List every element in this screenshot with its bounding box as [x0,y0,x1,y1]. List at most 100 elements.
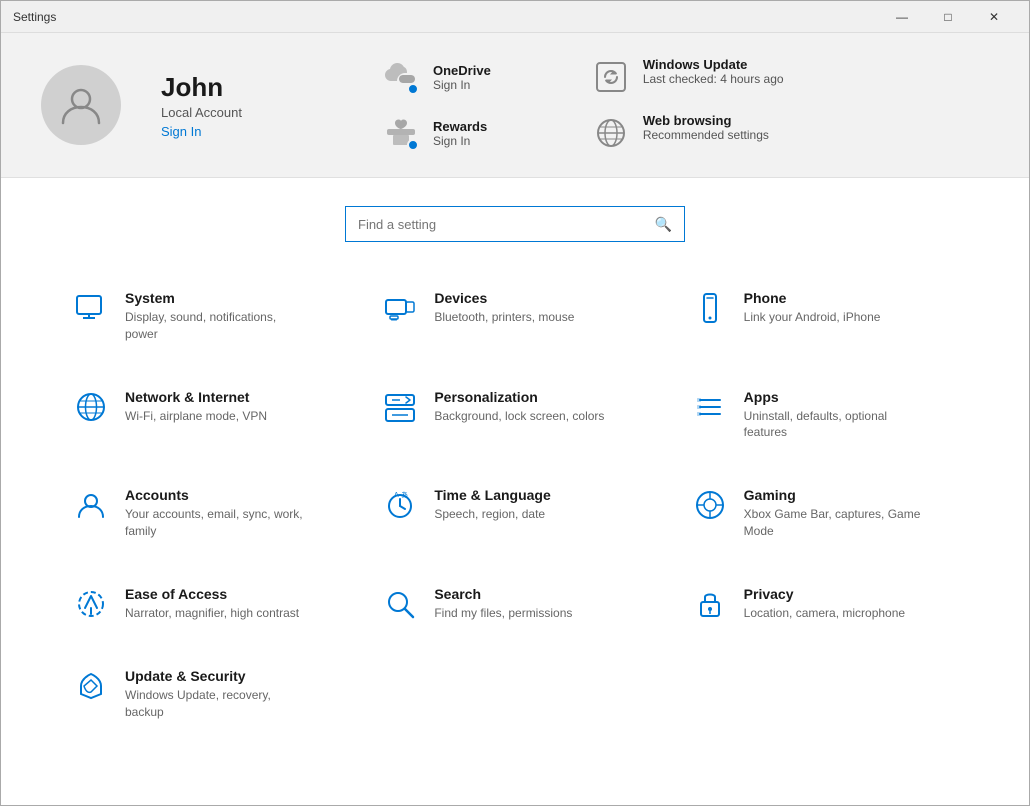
apps-icon [692,389,728,425]
header-services: OneDrive Sign In Rewards Sign In [381,57,491,153]
search-icon: 🔍 [655,216,672,233]
rewards-label: Rewards [433,119,487,134]
windows-update-text: Windows Update Last checked: 4 hours ago [643,57,784,86]
windows-update-label: Windows Update [643,57,784,72]
search-settings-text: Search Find my files, permissions [434,586,572,622]
onedrive-icon-wrap [381,57,421,97]
settings-item-personalization[interactable]: Personalization Background, lock screen,… [370,371,659,460]
windows-update-item[interactable]: Windows Update Last checked: 4 hours ago [591,57,784,97]
search-wrap: 🔍 [1,178,1029,262]
onedrive-dot [407,83,419,95]
settings-grid: System Display, sound, notifications, po… [1,262,1029,758]
apps-title: Apps [744,389,924,405]
personalization-title: Personalization [434,389,604,405]
devices-icon [382,290,418,326]
settings-item-gaming[interactable]: Gaming Xbox Game Bar, captures, Game Mod… [680,469,969,558]
devices-desc: Bluetooth, printers, mouse [434,309,574,326]
onedrive-sub: Sign In [433,78,491,92]
search-box: 🔍 [345,206,685,242]
personalization-icon [382,389,418,425]
search-settings-title: Search [434,586,572,602]
phone-icon [692,290,728,326]
gaming-desc: Xbox Game Bar, captures, Game Mode [744,506,924,540]
onedrive-item[interactable]: OneDrive Sign In [381,57,491,97]
time-icon: A あ [382,487,418,523]
account-type: Local Account [161,105,281,120]
window-controls: — □ ✕ [879,1,1017,33]
onedrive-label: OneDrive [433,63,491,78]
time-desc: Speech, region, date [434,506,550,523]
settings-item-system[interactable]: System Display, sound, notifications, po… [61,272,350,361]
devices-title: Devices [434,290,574,306]
update-security-text: Update & Security Windows Update, recove… [125,668,305,721]
rewards-text: Rewards Sign In [433,119,487,148]
settings-item-privacy[interactable]: Privacy Location, camera, microphone [680,568,969,640]
network-title: Network & Internet [125,389,267,405]
settings-item-time[interactable]: A あ Time & Language Speech, region, date [370,469,659,558]
gaming-title: Gaming [744,487,924,503]
svg-text:あ: あ [401,491,408,499]
privacy-desc: Location, camera, microphone [744,605,905,622]
network-icon [73,389,109,425]
system-icon [73,290,109,326]
avatar-icon [57,81,105,129]
globe-icon [593,115,629,151]
update-icon [593,59,629,95]
app-title: Settings [13,10,56,24]
settings-item-phone[interactable]: Phone Link your Android, iPhone [680,272,969,361]
rewards-icon-wrap [381,113,421,153]
settings-item-accounts[interactable]: Accounts Your accounts, email, sync, wor… [61,469,350,558]
web-browsing-item[interactable]: Web browsing Recommended settings [591,113,784,153]
gaming-icon [692,487,728,523]
user-info: John Local Account Sign In [161,72,281,139]
system-desc: Display, sound, notifications, power [125,309,305,343]
accounts-title: Accounts [125,487,305,503]
settings-item-ease[interactable]: Ease of Access Narrator, magnifier, high… [61,568,350,640]
privacy-icon [692,586,728,622]
system-text: System Display, sound, notifications, po… [125,290,305,343]
network-desc: Wi-Fi, airplane mode, VPN [125,408,267,425]
settings-item-network[interactable]: Network & Internet Wi-Fi, airplane mode,… [61,371,350,460]
sign-in-link[interactable]: Sign In [161,124,281,139]
phone-title: Phone [744,290,881,306]
network-text: Network & Internet Wi-Fi, airplane mode,… [125,389,267,425]
update-security-desc: Windows Update, recovery, backup [125,687,305,721]
search-input[interactable] [358,217,655,232]
accounts-text: Accounts Your accounts, email, sync, wor… [125,487,305,540]
accounts-icon [73,487,109,523]
devices-text: Devices Bluetooth, printers, mouse [434,290,574,326]
privacy-title: Privacy [744,586,905,602]
minimize-button[interactable]: — [879,1,925,33]
privacy-text: Privacy Location, camera, microphone [744,586,905,622]
ease-desc: Narrator, magnifier, high contrast [125,605,299,622]
web-browsing-sub: Recommended settings [643,128,769,142]
ease-icon [73,586,109,622]
header-right: Windows Update Last checked: 4 hours ago… [591,57,784,153]
apps-text: Apps Uninstall, defaults, optional featu… [744,389,924,442]
search-settings-icon [382,586,418,622]
settings-item-search[interactable]: Search Find my files, permissions [370,568,659,640]
settings-item-devices[interactable]: Devices Bluetooth, printers, mouse [370,272,659,361]
accounts-desc: Your accounts, email, sync, work, family [125,506,305,540]
ease-text: Ease of Access Narrator, magnifier, high… [125,586,299,622]
web-browsing-label: Web browsing [643,113,769,128]
search-settings-desc: Find my files, permissions [434,605,572,622]
settings-item-update[interactable]: Update & Security Windows Update, recove… [61,650,350,739]
personalization-desc: Background, lock screen, colors [434,408,604,425]
title-bar: Settings — □ ✕ [1,1,1029,33]
settings-item-apps[interactable]: Apps Uninstall, defaults, optional featu… [680,371,969,460]
personalization-text: Personalization Background, lock screen,… [434,389,604,425]
avatar [41,65,121,145]
gaming-text: Gaming Xbox Game Bar, captures, Game Mod… [744,487,924,540]
apps-desc: Uninstall, defaults, optional features [744,408,924,442]
phone-desc: Link your Android, iPhone [744,309,881,326]
profile-header: John Local Account Sign In OneDrive Sign… [1,33,1029,178]
time-text: Time & Language Speech, region, date [434,487,550,523]
close-button[interactable]: ✕ [971,1,1017,33]
rewards-sub: Sign In [433,134,487,148]
maximize-button[interactable]: □ [925,1,971,33]
rewards-item[interactable]: Rewards Sign In [381,113,491,153]
onedrive-text: OneDrive Sign In [433,63,491,92]
time-title: Time & Language [434,487,550,503]
ease-title: Ease of Access [125,586,299,602]
